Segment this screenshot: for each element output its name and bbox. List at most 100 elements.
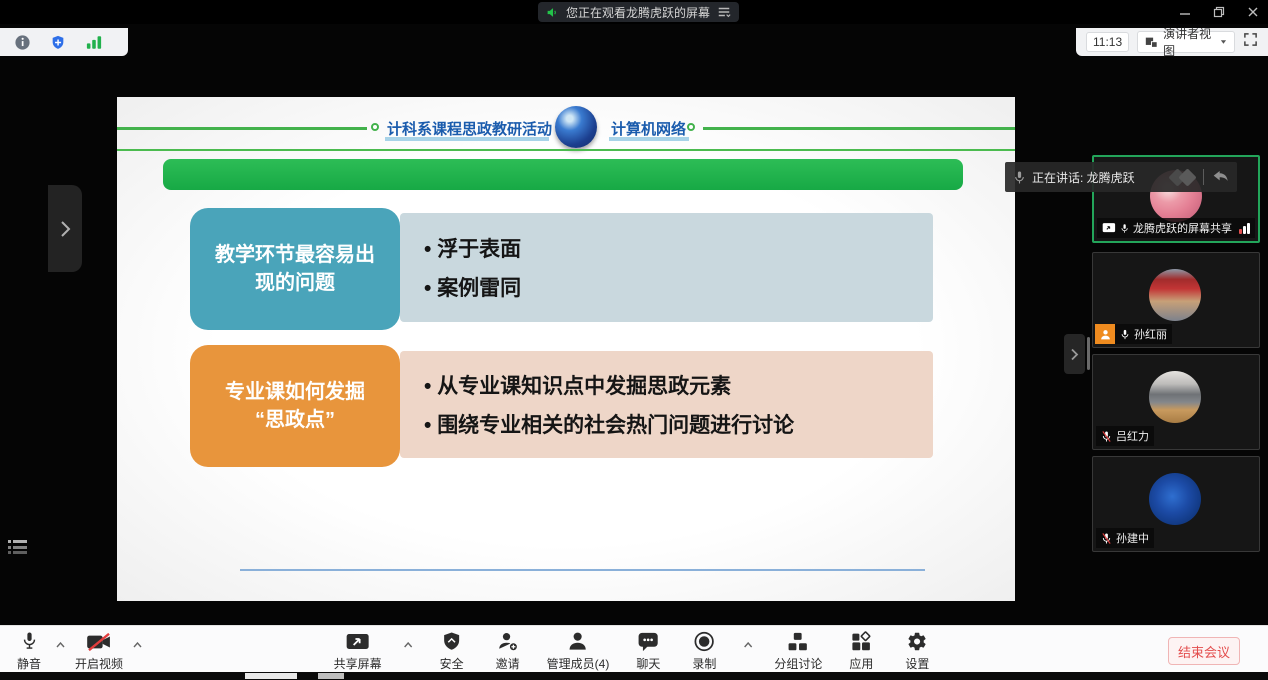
view-mode-dropdown[interactable]: 演讲者视图 bbox=[1137, 31, 1235, 53]
slide-footer-line bbox=[240, 569, 925, 571]
participant-tile[interactable]: 孙红丽 bbox=[1092, 252, 1260, 348]
record-options-chevron[interactable] bbox=[743, 642, 752, 648]
chevron-right-icon bbox=[1070, 348, 1079, 361]
os-taskbar bbox=[0, 672, 1268, 680]
end-meeting-button[interactable]: 结束会议 bbox=[1168, 637, 1240, 665]
person-icon bbox=[568, 631, 588, 652]
watching-screen-text: 您正在观看龙腾虎跃的屏幕 bbox=[566, 4, 710, 21]
pill-menu-icon[interactable] bbox=[717, 5, 731, 19]
speaking-text: 正在讲话: 龙腾虎跃 bbox=[1032, 169, 1165, 186]
apps-icon bbox=[851, 631, 872, 652]
participant-tile[interactable]: 吕红力 bbox=[1092, 354, 1260, 450]
reply-arrow-icon[interactable] bbox=[1213, 170, 1229, 184]
meeting-info-button[interactable] bbox=[8, 31, 36, 53]
camera-off-icon bbox=[86, 632, 112, 652]
slide-row1-bullet-2: 案例雷同 bbox=[424, 272, 933, 302]
participant-label: 孙建中 bbox=[1096, 528, 1154, 548]
minimize-button[interactable] bbox=[1178, 5, 1192, 19]
chevron-down-icon bbox=[1220, 39, 1227, 45]
window-controls bbox=[1178, 0, 1260, 24]
fullscreen-button[interactable] bbox=[1243, 32, 1258, 52]
slide-row2-content-box: 从专业课知识点中发掘思政元素 围绕专业相关的社会热门问题进行讨论 bbox=[400, 351, 933, 458]
chat-bubble-icon bbox=[638, 632, 659, 652]
avatar bbox=[1149, 473, 1201, 525]
slide-row2-title-line2: “思政点” bbox=[225, 406, 365, 434]
mute-options-chevron[interactable] bbox=[56, 642, 65, 648]
participant-name: 龙腾虎跃的屏幕共享 bbox=[1133, 220, 1232, 236]
clock: 11:13 bbox=[1086, 32, 1129, 52]
mic-on-icon bbox=[1120, 328, 1130, 341]
meeting-window: 您正在观看龙腾虎跃的屏幕 11:13 演讲者视图 bbox=[0, 0, 1268, 680]
breakout-rooms-icon bbox=[788, 632, 809, 652]
banner-divider bbox=[1203, 169, 1204, 185]
share-screen-button[interactable]: 共享屏幕 bbox=[334, 630, 382, 672]
security-button[interactable]: 安全 bbox=[435, 630, 469, 672]
watching-screen-pill[interactable]: 您正在观看龙腾虎跃的屏幕 bbox=[538, 2, 739, 22]
view-control-panel: 11:13 演讲者视图 bbox=[1076, 28, 1268, 56]
apps-button[interactable]: 应用 bbox=[844, 630, 878, 672]
participant-label: 孙红丽 bbox=[1115, 324, 1172, 344]
meeting-toolbar: 静音 开启视频 共享屏幕 安全 邀请 bbox=[0, 625, 1268, 672]
header-line-right bbox=[703, 127, 1015, 130]
host-role-badge bbox=[1095, 324, 1115, 344]
view-mode-label: 演讲者视图 bbox=[1163, 25, 1215, 59]
slide-header-left-title: 计科系课程思政教研活动 bbox=[387, 118, 552, 139]
window-title-bar: 您正在观看龙腾虎跃的屏幕 bbox=[0, 0, 1268, 24]
chevron-right-icon bbox=[59, 220, 71, 238]
close-button[interactable] bbox=[1246, 5, 1260, 19]
participant-name: 孙建中 bbox=[1116, 530, 1149, 546]
breakout-rooms-button[interactable]: 分组讨论 bbox=[774, 630, 822, 672]
slide-row1-content-box: 浮于表面 案例雷同 bbox=[400, 213, 933, 322]
security-status-button[interactable] bbox=[44, 31, 72, 53]
manage-members-button[interactable]: 管理成员(4) bbox=[547, 630, 610, 672]
slide-row2-bullet-2: 围绕专业相关的社会热门问题进行讨论 bbox=[424, 409, 933, 439]
invite-button[interactable]: 邀请 bbox=[491, 630, 525, 672]
slide-green-bar bbox=[163, 159, 963, 190]
record-button[interactable]: 录制 bbox=[687, 630, 721, 672]
agenda-list-icon[interactable] bbox=[8, 539, 28, 555]
slide-row2-title-line1: 专业课如何发掘 bbox=[225, 378, 365, 406]
slide-header-right-title: 计算机网络 bbox=[611, 118, 686, 139]
participant-label: 龙腾虎跃的屏幕共享 bbox=[1097, 218, 1255, 238]
fullscreen-icon bbox=[1243, 32, 1258, 47]
screen-audio-icon bbox=[546, 6, 559, 19]
header-ring-left bbox=[371, 123, 379, 131]
header-underline-left bbox=[385, 137, 549, 141]
decorative-diamond-icon bbox=[1178, 168, 1196, 186]
left-panel-expand-handle[interactable] bbox=[48, 185, 82, 272]
meeting-info-panel bbox=[0, 28, 128, 56]
restore-button[interactable] bbox=[1212, 5, 1226, 19]
mic-icon bbox=[1013, 170, 1026, 185]
share-options-chevron[interactable] bbox=[404, 642, 413, 648]
network-quality-button[interactable] bbox=[80, 31, 108, 53]
toolbar-center-group: 共享屏幕 安全 邀请 管理成员(4) 聊天 录制 bbox=[334, 630, 935, 672]
avatar bbox=[1149, 269, 1201, 321]
mic-on-icon bbox=[1120, 222, 1129, 235]
header-underline-right bbox=[609, 137, 689, 141]
shield-icon bbox=[443, 631, 461, 652]
mic-muted-icon bbox=[1101, 430, 1112, 443]
gear-icon bbox=[907, 631, 928, 652]
taskbar-window-preview[interactable] bbox=[318, 673, 344, 679]
participant-label: 吕红力 bbox=[1096, 426, 1154, 446]
screen-share-icon bbox=[1102, 222, 1116, 234]
start-video-button[interactable]: 开启视频 bbox=[75, 630, 123, 672]
video-options-chevron[interactable] bbox=[133, 642, 142, 648]
chat-button[interactable]: 聊天 bbox=[631, 630, 665, 672]
toolbar-left-group: 静音 开启视频 bbox=[12, 630, 142, 672]
participant-name: 吕红力 bbox=[1116, 428, 1149, 444]
participant-name: 孙红丽 bbox=[1134, 326, 1167, 342]
shield-plus-icon bbox=[50, 34, 66, 51]
mute-button[interactable]: 静音 bbox=[12, 630, 46, 672]
taskbar-window-preview[interactable] bbox=[245, 673, 297, 679]
participant-tile[interactable]: 孙建中 bbox=[1092, 456, 1260, 552]
slide-row2-title-box: 专业课如何发掘 “思政点” bbox=[190, 345, 400, 467]
sidebar-scrollbar[interactable] bbox=[1087, 337, 1090, 370]
sidebar-collapse-handle[interactable] bbox=[1064, 334, 1085, 374]
mic-muted-icon bbox=[1101, 532, 1112, 545]
settings-button[interactable]: 设置 bbox=[900, 630, 934, 672]
header-ring-right bbox=[687, 123, 695, 131]
speaking-banner: 正在讲话: 龙腾虎跃 bbox=[1005, 162, 1237, 192]
info-icon bbox=[14, 34, 31, 51]
shared-screen-slide: 计科系课程思政教研活动 计算机网络 教学环节最容易出现的问题 浮于表面 案例雷同… bbox=[117, 97, 1015, 601]
